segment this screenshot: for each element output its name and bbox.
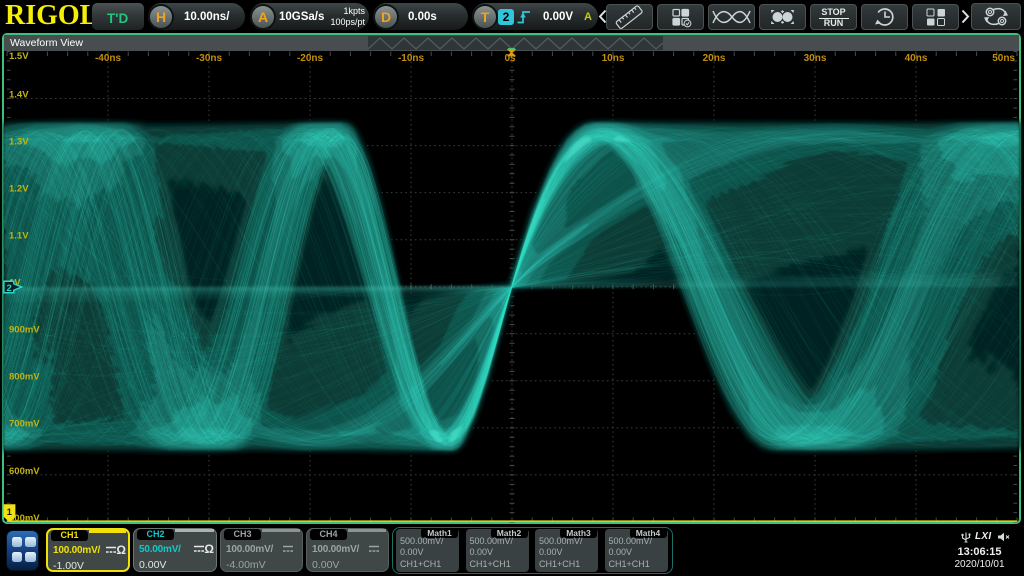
- svg-text:-30ns: -30ns: [196, 53, 223, 64]
- svg-text:900mV: 900mV: [9, 325, 40, 336]
- svg-text:1.1V: 1.1V: [9, 231, 29, 242]
- svg-text:40ns: 40ns: [905, 53, 928, 64]
- svg-text:600mV: 600mV: [9, 466, 40, 477]
- svg-text:1.5V: 1.5V: [9, 51, 29, 62]
- svg-text:-40ns: -40ns: [95, 53, 122, 64]
- svg-text:1.4V: 1.4V: [9, 89, 29, 100]
- svg-text:1.2V: 1.2V: [9, 183, 29, 194]
- svg-text:-10ns: -10ns: [398, 53, 425, 64]
- svg-text:50ns: 50ns: [992, 53, 1015, 64]
- svg-text:2: 2: [7, 283, 12, 294]
- svg-text:20ns: 20ns: [703, 53, 726, 64]
- svg-text:700mV: 700mV: [9, 419, 40, 430]
- svg-text:1: 1: [7, 507, 13, 518]
- svg-text:-20ns: -20ns: [297, 53, 324, 64]
- svg-text:10ns: 10ns: [602, 53, 625, 64]
- svg-text:1.3V: 1.3V: [9, 136, 29, 147]
- svg-text:30ns: 30ns: [804, 53, 827, 64]
- svg-text:800mV: 800mV: [9, 372, 40, 383]
